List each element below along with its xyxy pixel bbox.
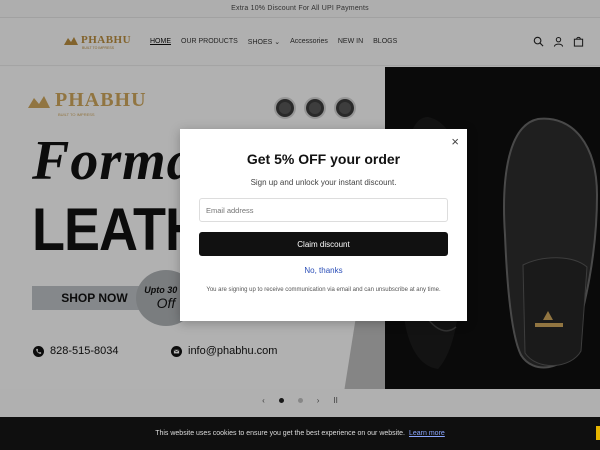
cookie-bar: This website uses cookies to ensure you … — [0, 417, 600, 450]
popup-subtitle: Sign up and unlock your instant discount… — [250, 178, 397, 187]
popup-fine-print: You are signing up to receive communicat… — [206, 287, 441, 293]
cookie-accept-button[interactable] — [596, 426, 600, 440]
close-icon[interactable]: × — [451, 135, 459, 148]
email-field[interactable] — [199, 198, 448, 222]
no-thanks-link[interactable]: No, thanks — [180, 266, 467, 275]
popup-title: Get 5% OFF your order — [246, 151, 401, 167]
cookie-text: This website uses cookies to ensure you … — [155, 430, 405, 437]
discount-popup: × Get 5% OFF your order Sign up and unlo… — [180, 129, 467, 321]
claim-discount-button[interactable]: Claim discount — [199, 232, 448, 256]
cookie-learn-more-link[interactable]: Learn more — [409, 430, 445, 437]
